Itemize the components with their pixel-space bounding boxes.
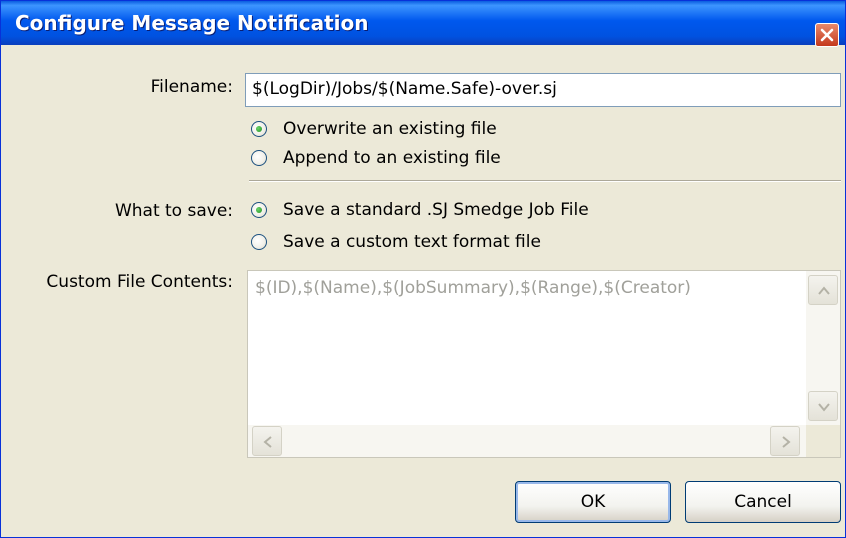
radio-label: Overwrite an existing file <box>283 119 497 139</box>
cancel-button[interactable]: Cancel <box>685 481 841 523</box>
radio-overwrite-existing[interactable]: Overwrite an existing file <box>251 117 497 141</box>
close-button[interactable] <box>815 23 839 47</box>
filename-input[interactable]: $(LogDir)/Jobs/$(Name.Safe)-over.sj <box>245 73 841 107</box>
title-bar[interactable]: Configure Message Notification <box>1 1 845 47</box>
radio-save-custom-text[interactable]: Save a custom text format file <box>251 230 541 254</box>
scroll-left-button[interactable] <box>252 426 282 456</box>
configure-message-notification-dialog: Configure Message Notification Filename:… <box>0 0 846 538</box>
divider <box>249 180 841 182</box>
radio-label: Save a custom text format file <box>283 232 541 252</box>
radio-save-standard-sj[interactable]: Save a standard .SJ Smedge Job File <box>251 198 589 222</box>
filename-label: Filename: <box>150 77 233 97</box>
radio-label: Save a standard .SJ Smedge Job File <box>283 200 589 220</box>
window-title: Configure Message Notification <box>15 11 369 35</box>
arrow-left-icon <box>263 436 272 448</box>
custom-file-contents-value: $(ID),$(Name),$(JobSummary),$(Range),$(C… <box>255 278 691 298</box>
ok-button[interactable]: OK <box>515 481 671 523</box>
textarea-content-area[interactable]: $(ID),$(Name),$(JobSummary),$(Range),$(C… <box>248 271 806 425</box>
horizontal-scrollbar[interactable] <box>248 425 806 457</box>
custom-file-contents-label: Custom File Contents: <box>46 272 233 292</box>
radio-label: Append to an existing file <box>283 148 501 168</box>
radio-button-checked[interactable] <box>251 121 267 137</box>
radio-button[interactable] <box>251 234 267 250</box>
scroll-down-button[interactable] <box>808 391 838 421</box>
filename-value: $(LogDir)/Jobs/$(Name.Safe)-over.sj <box>252 79 557 99</box>
scrollbar-corner <box>806 425 840 457</box>
radio-button-checked[interactable] <box>251 202 267 218</box>
what-to-save-label: What to save: <box>114 201 233 221</box>
custom-file-contents-textarea[interactable]: $(ID),$(Name),$(JobSummary),$(Range),$(C… <box>247 270 841 458</box>
vertical-scrollbar[interactable] <box>806 271 840 425</box>
arrow-down-icon <box>818 403 830 412</box>
radio-button[interactable] <box>251 150 267 166</box>
arrow-right-icon <box>782 436 791 448</box>
scroll-up-button[interactable] <box>808 275 838 305</box>
radio-append-existing[interactable]: Append to an existing file <box>251 146 501 170</box>
close-icon <box>820 28 834 42</box>
arrow-up-icon <box>818 286 830 295</box>
scroll-right-button[interactable] <box>770 426 800 456</box>
